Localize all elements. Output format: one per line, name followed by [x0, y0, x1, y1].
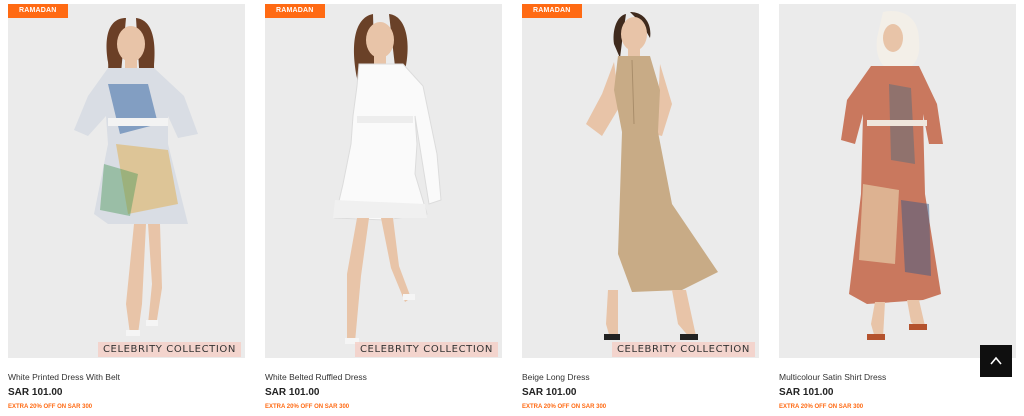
collection-label: CELEBRITY COLLECTION: [354, 342, 498, 357]
collection-label: CELEBRITY COLLECTION: [611, 342, 755, 357]
product-card[interactable]: RAMADAN CELEBRITY COLLECTION White Belte…: [265, 4, 502, 411]
product-price: SAR 101.00: [265, 387, 320, 398]
model-illustration: [265, 4, 502, 358]
chevron-up-icon: [990, 356, 1002, 365]
model-illustration: [522, 4, 759, 358]
product-card[interactable]: RAMADAN CELEBRITY COLLECTION White Print…: [8, 4, 245, 411]
product-title[interactable]: White Belted Ruffled Dress: [265, 372, 502, 382]
product-image[interactable]: [779, 4, 1016, 358]
promo-text: EXTRA 20% OFF ON SAR 300: [8, 404, 93, 410]
promo-text: EXTRA 20% OFF ON SAR 300: [265, 404, 350, 410]
collection-label: CELEBRITY COLLECTION: [97, 342, 241, 357]
scroll-to-top-button[interactable]: [980, 345, 1012, 377]
ramadan-badge: RAMADAN: [8, 4, 68, 18]
model-illustration: [779, 4, 1016, 358]
product-grid: RAMADAN CELEBRITY COLLECTION White Print…: [0, 0, 1024, 416]
product-title[interactable]: White Printed Dress With Belt: [8, 372, 245, 382]
product-image[interactable]: RAMADAN CELEBRITY COLLECTION: [8, 4, 245, 358]
product-image[interactable]: RAMADAN CELEBRITY COLLECTION: [522, 4, 759, 358]
promo-text: EXTRA 20% OFF ON SAR 300: [779, 404, 864, 410]
product-card[interactable]: RAMADAN CELEBRITY COLLECTION Beige Long …: [522, 4, 759, 411]
ramadan-badge: RAMADAN: [265, 4, 325, 18]
product-price: SAR 101.00: [779, 387, 834, 398]
model-illustration: [8, 4, 245, 358]
product-price: SAR 101.00: [8, 387, 63, 398]
product-price: SAR 101.00: [522, 387, 577, 398]
product-title[interactable]: Beige Long Dress: [522, 372, 759, 382]
promo-text: EXTRA 20% OFF ON SAR 300: [522, 404, 607, 410]
ramadan-badge: RAMADAN: [522, 4, 582, 18]
product-image[interactable]: RAMADAN CELEBRITY COLLECTION: [265, 4, 502, 358]
